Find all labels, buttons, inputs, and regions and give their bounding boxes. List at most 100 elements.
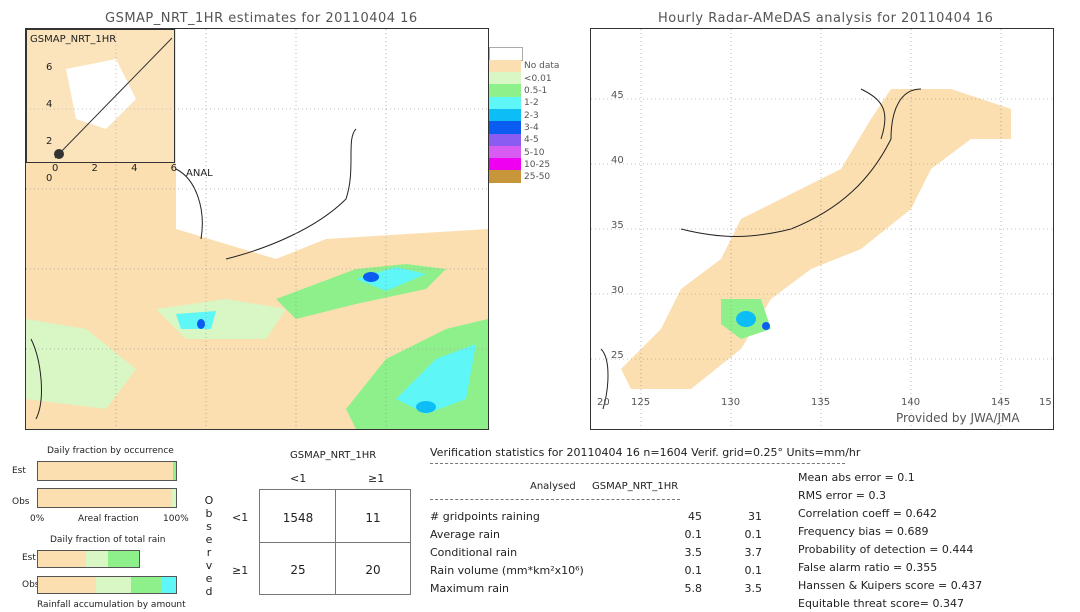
divider <box>430 463 845 464</box>
row-lt: <1 <box>232 511 249 524</box>
radar-map-canvas <box>591 29 1053 429</box>
legend-swatch <box>489 145 521 160</box>
legend-item: 0.5-1 <box>489 84 559 98</box>
axis-100: 100% <box>163 514 189 524</box>
axis-label: Areal fraction <box>78 514 139 524</box>
lon-label: 140 <box>901 397 921 408</box>
est-label: Est <box>12 466 26 476</box>
legend-item: <0.01 <box>489 72 559 86</box>
legend-swatch <box>489 170 521 184</box>
inset-x-ticks: 0246 <box>52 163 177 174</box>
radar-map[interactable]: 45 40 35 30 25 20 125 130 135 140 145 15… <box>590 28 1054 430</box>
est-label: Est <box>22 553 36 563</box>
legend-label: 25-50 <box>524 172 551 183</box>
col-ge: ≥1 <box>368 472 385 485</box>
legend-label: 1-2 <box>524 98 539 109</box>
divider <box>430 499 680 500</box>
legend-item: 5-10 <box>489 145 559 160</box>
lat-label: 45 <box>611 90 624 101</box>
total-rain-obs-bar <box>37 576 177 594</box>
legend-item <box>489 47 559 62</box>
stat-gsmap-value: 3.5 <box>744 582 763 595</box>
stats-header: Verification statistics for 20110404 16 … <box>430 446 861 459</box>
lat-label: 20 <box>597 397 610 408</box>
row-ge: ≥1 <box>232 564 249 577</box>
score-line: False alarm ratio = 0.355 <box>798 561 938 574</box>
total-rain-caption: Rainfall accumulation by amount <box>37 600 186 610</box>
legend-swatch <box>489 84 521 98</box>
stat-analysed-value: 3.5 <box>684 546 703 559</box>
legend-item: No data <box>489 59 560 74</box>
anal-label: ANAL <box>186 168 213 179</box>
lon-label: 15 <box>1039 397 1052 408</box>
legend-swatch <box>489 133 521 147</box>
legend-item: 25-50 <box>489 170 559 184</box>
occurrence-obs-bar <box>37 488 177 508</box>
legend-label: <0.01 <box>524 73 552 84</box>
data-credit: Provided by JWA/JMA <box>896 411 1020 425</box>
lon-label: 135 <box>811 397 831 408</box>
lon-label: 130 <box>721 397 741 408</box>
lat-label: 40 <box>611 155 624 166</box>
col-lt: <1 <box>290 472 307 485</box>
occurrence-est-bar <box>37 461 177 481</box>
col-gsmap: GSMAP_NRT_1HR <box>592 481 679 492</box>
stat-row-label: Average rain <box>430 528 500 541</box>
obs-label: Obs <box>12 497 30 507</box>
legend-label: No data <box>524 61 560 72</box>
axis-0: 0% <box>30 514 45 524</box>
cell-false-alarm: 11 <box>365 511 381 525</box>
legend-item: 3-4 <box>489 121 559 135</box>
inset-label: GSMAP_NRT_1HR <box>30 34 117 45</box>
stat-row-label: Conditional rain <box>430 546 518 559</box>
legend-swatch <box>489 108 521 123</box>
lat-label: 25 <box>611 350 624 361</box>
contingency-header: GSMAP_NRT_1HR <box>290 450 377 461</box>
stat-gsmap-value: 3.7 <box>744 546 763 559</box>
legend-label: 10-25 <box>524 159 551 170</box>
lon-label: 125 <box>631 397 651 408</box>
total-rain-est-bar <box>37 550 140 568</box>
contingency-table: 1548 11 25 20 <box>259 489 411 595</box>
lat-label: 30 <box>611 285 624 296</box>
stat-row-label: Maximum rain <box>430 582 509 595</box>
score-line: Equitable threat score= 0.347 <box>798 597 964 610</box>
legend-label: 4-5 <box>524 135 539 146</box>
lon-label: 145 <box>991 397 1011 408</box>
legend-swatch <box>489 72 521 86</box>
occurrence-title: Daily fraction by occurrence <box>47 446 174 456</box>
score-line: RMS error = 0.3 <box>798 489 886 502</box>
score-line: Frequency bias = 0.689 <box>798 525 929 538</box>
legend-swatch <box>489 121 521 135</box>
stat-gsmap-value: 31 <box>748 510 762 523</box>
legend-item: 4-5 <box>489 133 559 147</box>
stat-gsmap-value: 0.1 <box>744 528 763 541</box>
left-map-title: GSMAP_NRT_1HR estimates for 20110404 16 <box>105 11 418 26</box>
stat-row-label: Rain volume (mm*km²x10⁶) <box>430 564 584 577</box>
estimate-map[interactable]: GSMAP_NRT_1HR 6420 0246 ANAL <box>25 28 489 430</box>
score-line: Mean abs error = 0.1 <box>798 471 915 484</box>
stat-analysed-value: 0.1 <box>684 564 703 577</box>
cell-hit: 20 <box>365 563 381 577</box>
score-line: Probability of detection = 0.444 <box>798 543 974 556</box>
stat-analysed-value: 0.1 <box>684 528 703 541</box>
legend-item: 10-25 <box>489 158 559 172</box>
legend-item: 1-2 <box>489 96 559 110</box>
legend-label: 5-10 <box>524 147 545 158</box>
legend-label: 2-3 <box>524 110 539 121</box>
inset-y-ticks: 6420 <box>46 62 53 184</box>
col-analysed: Analysed <box>530 481 576 492</box>
legend-label: 3-4 <box>524 122 539 133</box>
total-rain-title: Daily fraction of total rain <box>50 535 166 545</box>
stat-gsmap-value: 0.1 <box>744 564 763 577</box>
legend-label: 0.5-1 <box>524 86 548 97</box>
lat-label: 35 <box>611 220 624 231</box>
observed-side-label: Observed <box>204 494 214 598</box>
legend-swatch <box>489 59 521 74</box>
right-map-title: Hourly Radar-AMeDAS analysis for 2011040… <box>658 11 994 26</box>
color-legend: No data <0.01 0.5-1 1-2 2-3 3-4 4-5 5-10 10-25 25… <box>489 47 560 184</box>
cell-miss: 25 <box>290 563 306 577</box>
stat-row-label: # gridpoints raining <box>430 510 540 523</box>
score-line: Correlation coeff = 0.642 <box>798 507 937 520</box>
legend-swatch <box>489 96 521 110</box>
